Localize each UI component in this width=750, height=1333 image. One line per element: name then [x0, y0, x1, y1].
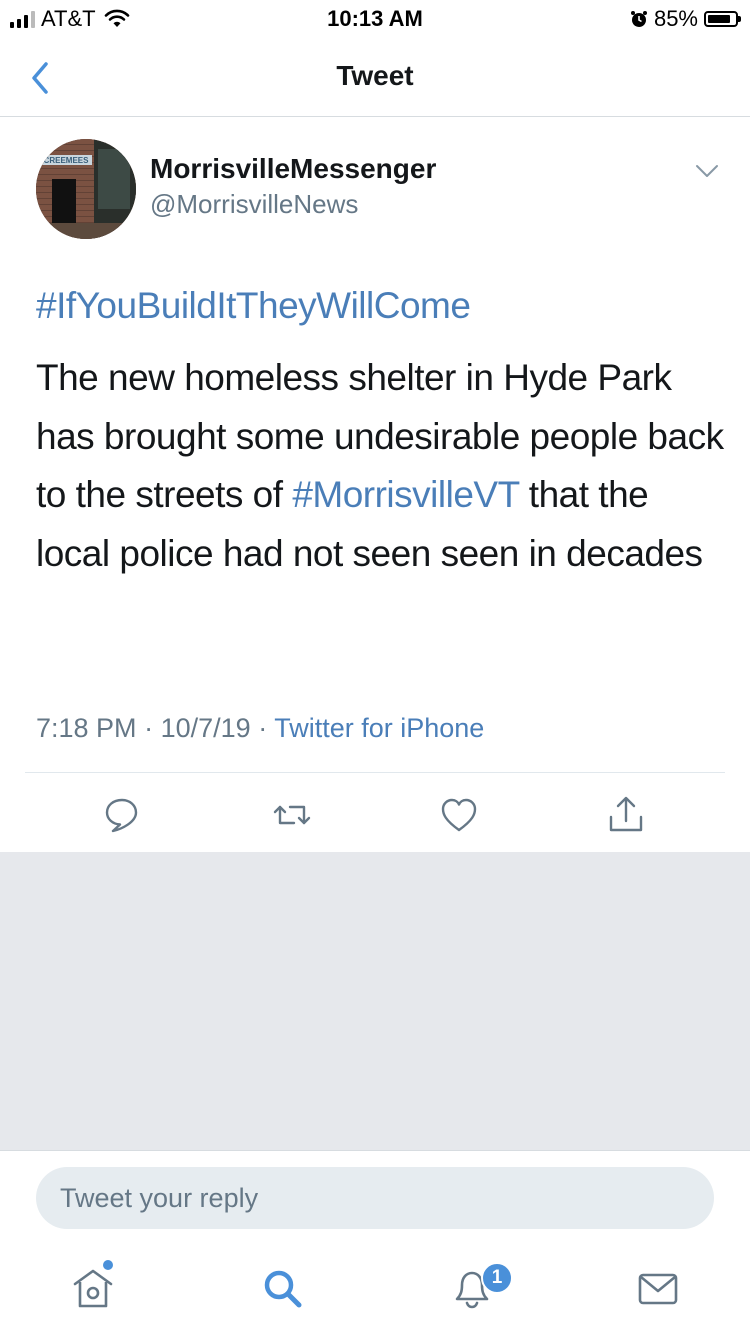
- battery-percent: 85%: [653, 6, 698, 31]
- home-icon[interactable]: [68, 1263, 118, 1313]
- tweet-source[interactable]: Twitter for iPhone: [274, 713, 484, 743]
- tab-bar: 1: [0, 1245, 750, 1333]
- replies-area: [0, 852, 750, 1150]
- reply-input[interactable]: [36, 1167, 714, 1229]
- author-handle[interactable]: @MorrisvilleNews: [150, 189, 358, 220]
- hashtag-link[interactable]: #MorrisvilleVT: [292, 474, 519, 515]
- nav-bar: Tweet: [0, 40, 750, 117]
- search-icon[interactable]: [257, 1263, 307, 1313]
- hashtag-link[interactable]: #IfYouBuildItTheyWillCome: [36, 285, 471, 327]
- battery-fill: [708, 15, 730, 23]
- tweet-date: 10/7/19: [160, 713, 251, 743]
- chevron-down-icon[interactable]: [694, 161, 720, 181]
- tweet-detail: CREEMEES MorrisvilleMessenger @Morrisvil…: [0, 117, 750, 852]
- like-icon[interactable]: [437, 793, 481, 837]
- separator: ·: [144, 713, 154, 743]
- divider: [25, 772, 725, 773]
- avatar-sign-text: CREEMEES: [44, 156, 90, 165]
- battery-icon: [704, 11, 741, 27]
- avatar-image: CREEMEES: [36, 139, 136, 239]
- notifications-badge: 1: [481, 1262, 513, 1294]
- status-right: 85%: [630, 6, 741, 32]
- messages-icon[interactable]: [633, 1263, 683, 1313]
- page-title: Tweet: [336, 60, 414, 91]
- status-bar: AT&T 10:13 AM 85%: [0, 0, 750, 40]
- retweet-icon[interactable]: [270, 793, 314, 837]
- home-indicator-dot: [103, 1260, 113, 1270]
- tweet-meta: 7:18 PM · 10/7/19 · Twitter for iPhone: [36, 713, 484, 744]
- alarm-icon: [630, 11, 647, 27]
- author-name[interactable]: MorrisvilleMessenger: [150, 153, 436, 185]
- reply-bar: [0, 1150, 750, 1246]
- separator: ·: [258, 713, 268, 743]
- tweet-text: The new homeless shelter in Hyde Park ha…: [36, 349, 726, 583]
- tweet-time: 7:18 PM: [36, 713, 137, 743]
- reply-icon[interactable]: [100, 793, 144, 837]
- share-icon[interactable]: [604, 793, 648, 837]
- avatar[interactable]: CREEMEES: [36, 139, 136, 239]
